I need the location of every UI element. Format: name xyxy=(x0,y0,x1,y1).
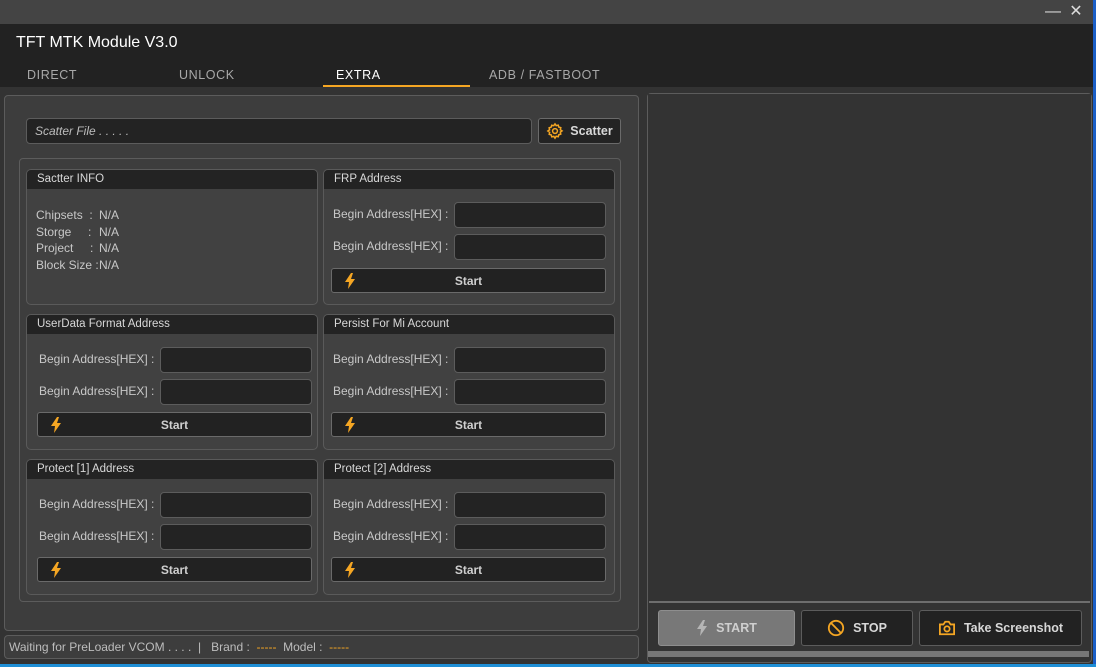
start-label: Start xyxy=(454,418,483,432)
address-row: Begin Address[HEX] : xyxy=(27,379,317,405)
protect1-start-button[interactable]: Start xyxy=(37,557,312,582)
status-separator: | xyxy=(191,640,212,654)
address-row: Begin Address[HEX] : xyxy=(324,524,614,550)
brand-label: Brand : xyxy=(211,640,257,654)
address-row: Begin Address[HEX] : xyxy=(324,347,614,373)
address-label: Begin Address[HEX] : xyxy=(333,384,449,398)
log-output xyxy=(648,94,1091,600)
protect-1-group: Protect [1] Address Begin Address[HEX] :… xyxy=(26,459,318,595)
info-row-chipsets: Chipsets : N/A xyxy=(36,207,119,224)
stop-button-label: STOP xyxy=(853,621,887,635)
address-label: Begin Address[HEX] : xyxy=(39,384,155,398)
start-label: Start xyxy=(160,418,189,432)
address-label: Begin Address[HEX] : xyxy=(39,497,155,511)
block-icon xyxy=(827,619,845,637)
userdata-format-group: UserData Format Address Begin Address[HE… xyxy=(26,314,318,450)
take-screenshot-button[interactable]: Take Screenshot xyxy=(919,610,1082,646)
scatter-info-list: Chipsets : N/A Storge : N/A Project : N/A B… xyxy=(36,207,119,273)
address-label: Begin Address[HEX] : xyxy=(333,239,449,253)
status-message: Waiting for PreLoader VCOM . . . . xyxy=(9,640,192,654)
group-title: Persist For Mi Account xyxy=(324,315,614,334)
camera-icon xyxy=(938,620,955,636)
protect1-begin-address-input-2[interactable] xyxy=(160,524,312,550)
tab-bar: DIRECT OPERATION UNLOCK OPERATION EXTRA … xyxy=(14,66,613,100)
scatter-file-input[interactable] xyxy=(26,118,532,144)
info-row-storage: Storge : N/A xyxy=(36,224,119,241)
divider xyxy=(649,601,1090,603)
address-row: Begin Address[HEX] : xyxy=(324,379,614,405)
model-value: ----- xyxy=(329,640,350,654)
app-header: TFT MTK Module V3.0 DIRECT OPERATION UNL… xyxy=(0,24,1096,100)
frp-begin-address-input-1[interactable] xyxy=(454,202,606,228)
address-row: Begin Address[HEX] : xyxy=(27,347,317,373)
persist-begin-address-input-2[interactable] xyxy=(454,379,606,405)
info-value: N/A xyxy=(99,224,120,239)
protect2-begin-address-input-1[interactable] xyxy=(454,492,606,518)
stop-button[interactable]: STOP xyxy=(801,610,913,646)
minimize-icon[interactable]: — xyxy=(1043,2,1063,22)
address-label: Begin Address[HEX] : xyxy=(39,529,155,543)
status-bar: Waiting for PreLoader VCOM . . . . | Bra… xyxy=(4,635,639,659)
start-label: Start xyxy=(454,274,483,288)
group-title: Sactter INFO xyxy=(27,170,317,189)
start-button-label: START xyxy=(716,621,757,635)
brand-value: ----- xyxy=(256,640,277,654)
protect1-begin-address-input-1[interactable] xyxy=(160,492,312,518)
group-title: Protect [2] Address xyxy=(324,460,614,479)
address-row: Begin Address[HEX] : xyxy=(324,492,614,518)
frp-begin-address-input-2[interactable] xyxy=(454,234,606,260)
userdata-begin-address-input-1[interactable] xyxy=(160,347,312,373)
model-label: Model : xyxy=(276,640,330,654)
tab-adb-fastboot[interactable]: ADB / FASTBOOT xyxy=(476,66,613,87)
title-bar: — ✕ xyxy=(0,0,1096,24)
protect2-begin-address-input-2[interactable] xyxy=(454,524,606,550)
progress-bar xyxy=(648,651,1089,657)
persist-mi-account-group: Persist For Mi Account Begin Address[HEX… xyxy=(323,314,615,450)
screenshot-button-label: Take Screenshot xyxy=(963,621,1064,635)
start-label: Start xyxy=(454,563,483,577)
info-value: N/A xyxy=(99,257,120,272)
group-title: UserData Format Address xyxy=(27,315,317,334)
address-row: Begin Address[HEX] : xyxy=(27,524,317,550)
scatter-info-group: Sactter INFO Chipsets : N/A Storge : N/A P… xyxy=(26,169,318,305)
info-row-block-size: Block Size : N/A xyxy=(36,257,119,274)
persist-begin-address-input-1[interactable] xyxy=(454,347,606,373)
address-row: Begin Address[HEX] : xyxy=(324,202,614,228)
gear-icon xyxy=(546,122,564,140)
address-label: Begin Address[HEX] : xyxy=(333,207,449,221)
app-title: TFT MTK Module V3.0 xyxy=(16,34,178,51)
info-value: N/A xyxy=(99,241,120,255)
frp-address-group: FRP Address Begin Address[HEX] : Begin A… xyxy=(323,169,615,305)
address-label: Begin Address[HEX] : xyxy=(333,529,449,543)
info-label: Storge : xyxy=(36,224,92,239)
address-label: Begin Address[HEX] : xyxy=(333,352,449,366)
info-label: Block Size : xyxy=(36,257,99,272)
address-label: Begin Address[HEX] : xyxy=(39,352,155,366)
info-label: Project : xyxy=(36,241,94,255)
tab-unlock-operation[interactable]: UNLOCK OPERATION xyxy=(166,66,323,100)
protect2-start-button[interactable]: Start xyxy=(331,557,606,582)
address-row: Begin Address[HEX] : xyxy=(324,234,614,260)
start-button[interactable]: START xyxy=(658,610,795,646)
tab-extra-operation[interactable]: EXTRA OPERATION xyxy=(323,66,470,100)
address-label: Begin Address[HEX] : xyxy=(333,497,449,511)
persist-start-button[interactable]: Start xyxy=(331,412,606,437)
group-title: FRP Address xyxy=(324,170,614,189)
tab-direct-operation[interactable]: DIRECT OPERATION xyxy=(14,66,166,100)
userdata-start-button[interactable]: Start xyxy=(37,412,312,437)
group-title: Protect [1] Address xyxy=(27,460,317,479)
frp-start-button[interactable]: Start xyxy=(331,268,606,293)
info-row-project: Project : N/A xyxy=(36,240,119,257)
scatter-button[interactable]: Scatter xyxy=(538,118,621,144)
lightning-icon xyxy=(697,620,708,636)
info-value: N/A xyxy=(99,208,120,222)
start-label: Start xyxy=(160,563,189,577)
progress-fill xyxy=(648,651,1089,657)
address-row: Begin Address[HEX] : xyxy=(27,492,317,518)
scatter-button-label: Scatter xyxy=(570,124,613,138)
close-icon[interactable]: ✕ xyxy=(1066,2,1086,22)
protect-2-group: Protect [2] Address Begin Address[HEX] :… xyxy=(323,459,615,595)
userdata-begin-address-input-2[interactable] xyxy=(160,379,312,405)
info-label: Chipsets : xyxy=(36,208,93,222)
